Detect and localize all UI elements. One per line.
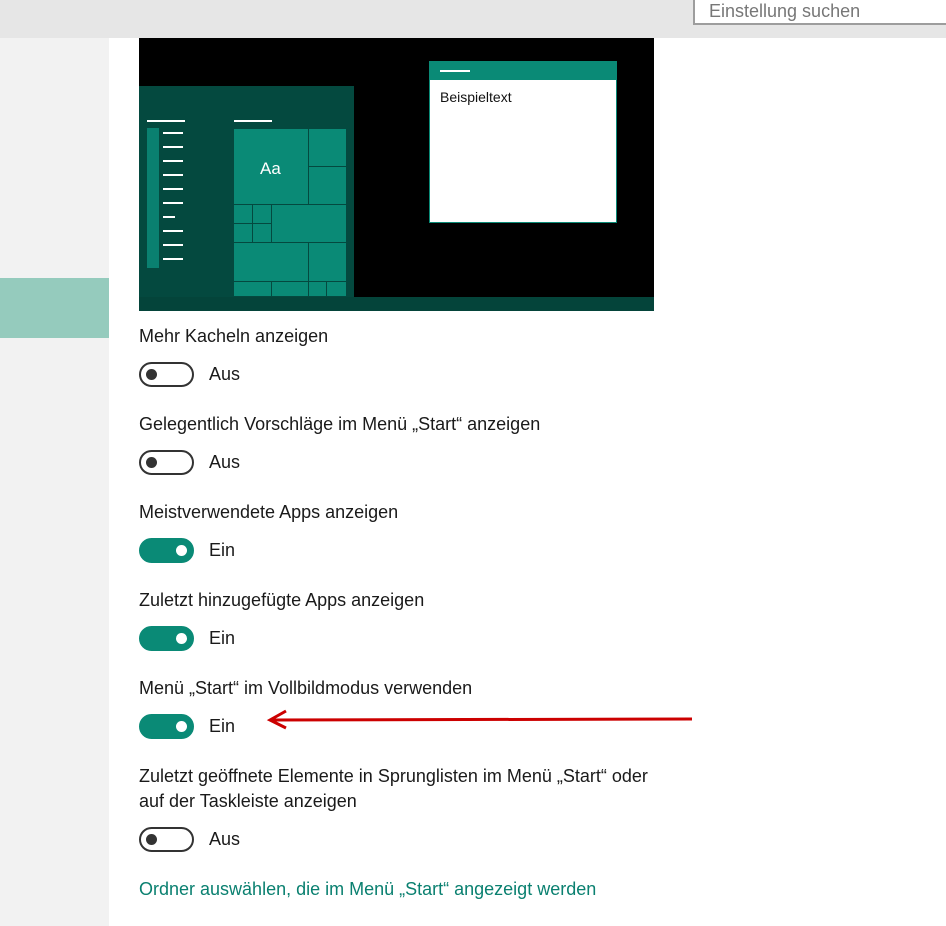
toggle-jump-lists[interactable] [139,827,194,852]
preview-window-titlebar [430,62,616,80]
preview-tile [308,128,347,167]
toggle-state-jump-lists: Aus [209,829,241,849]
preview-list-line [163,132,183,134]
toggle-knob [176,721,187,732]
choose-folders-link[interactable]: Ordner auswählen, die im Menü „Start“ an… [139,877,596,902]
toggle-state-most-used: Ein [209,540,236,560]
preview-group-line [234,120,272,122]
title-bar: Einstellung suchen [0,0,946,38]
setting-label-most-used: Meistverwendete Apps anzeigen [139,502,399,522]
toggle-most-used[interactable] [139,538,194,563]
toggle-state-suggestions: Aus [209,452,241,472]
sidebar [0,38,109,926]
preview-list-line [163,216,175,218]
toggle-state-fullscreen: Ein [209,716,236,736]
preview-tile [308,166,347,205]
preview-tile [308,281,327,297]
preview-list-line [163,188,183,190]
setting-label-jump-lists-line2: auf der Taskleiste anzeigen [139,791,357,811]
sidebar-selected-item[interactable] [0,278,109,338]
arrow-shaft [271,717,693,722]
preview-tile [326,281,347,297]
preview-tile [271,204,347,243]
setting-label-suggestions: Gelegentlich Vorschläge im Menü „Start“ … [139,414,541,434]
setting-label-more-tiles: Mehr Kacheln anzeigen [139,326,329,346]
preview-tile [233,204,253,224]
toggle-knob [146,369,157,380]
preview-start-menu: Aa [139,86,354,297]
preview-list-line [163,258,183,260]
toggle-more-tiles[interactable] [139,362,194,387]
preview-list-line [163,160,183,162]
search-input[interactable]: Einstellung suchen [693,0,946,25]
preview-header-line [147,120,185,122]
toggle-knob [146,834,157,845]
preview-list-line [163,146,183,148]
red-arrow-annotation [266,709,693,730]
preview-list-line [163,230,183,232]
preview-taskbar [139,297,654,311]
start-menu-preview: Aa Beispieltext [139,38,654,311]
preview-list-line [163,244,183,246]
preview-tile [252,223,272,243]
toggle-suggestions[interactable] [139,450,194,475]
preview-tile [233,281,272,297]
preview-tile [271,281,309,297]
preview-app-column [147,128,159,268]
toggle-state-more-tiles: Aus [209,364,241,384]
toggle-recently-added[interactable] [139,626,194,651]
toggle-state-recently-added: Ein [209,628,236,648]
preview-window: Beispieltext [429,61,617,223]
preview-tile [233,223,253,243]
preview-window-text: Beispieltext [440,89,512,105]
toggle-knob [146,457,157,468]
setting-label-jump-lists: Zuletzt geöffnete Elemente in Sprunglist… [139,764,699,814]
preview-tile [308,242,347,282]
preview-tile-label: Aa [260,159,281,178]
preview-tile [252,204,272,224]
preview-list-line [163,174,183,176]
toggle-fullscreen[interactable] [139,714,194,739]
setting-label-fullscreen: Menü „Start“ im Vollbildmodus verwenden [139,678,473,698]
setting-label-recently-added: Zuletzt hinzugefügte Apps anzeigen [139,590,425,610]
preview-tile-large: Aa [233,128,309,205]
preview-window-dash [440,70,470,72]
preview-tile [233,242,309,282]
setting-label-jump-lists-line1: Zuletzt geöffnete Elemente in Sprunglist… [139,766,648,786]
toggle-knob [176,545,187,556]
preview-list-line [163,202,183,204]
toggle-knob [176,633,187,644]
